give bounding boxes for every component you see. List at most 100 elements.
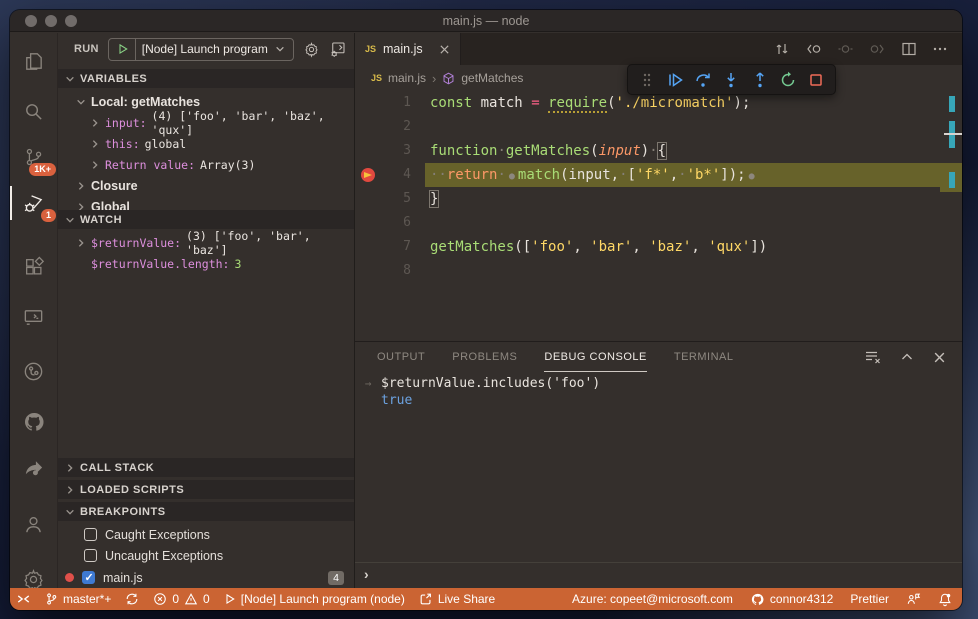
configure-gear-icon[interactable] (303, 41, 320, 58)
clear-console-icon[interactable] (864, 349, 881, 365)
maximize-panel-icon[interactable] (900, 350, 914, 364)
code-text: } (428, 190, 440, 208)
sidebar-item-run-and-debug[interactable]: 1 (10, 183, 57, 223)
gutter[interactable] (355, 115, 381, 139)
close-window-button[interactable] (25, 15, 37, 27)
notifications-bell-icon[interactable] (938, 592, 952, 607)
breadcrumb-symbol[interactable]: getMatches (461, 71, 523, 85)
debug-config-item[interactable]: [Node] Launch program (node) (224, 592, 405, 606)
sidebar-item-remote-explorer[interactable] (10, 297, 57, 337)
watch-row-returnvalue[interactable]: $returnValue: (3) ['foo', 'bar', 'baz'] (58, 229, 354, 257)
azure-account-item[interactable]: Azure: copeet@microsoft.com (572, 592, 733, 606)
sidebar-item-github[interactable] (10, 402, 57, 442)
code-line[interactable]: 2 (355, 115, 962, 139)
panel-actions (864, 342, 962, 372)
github-account-item[interactable]: connor4312 (750, 592, 833, 607)
problems-item[interactable]: 0 0 (153, 592, 210, 606)
breakpoint-row-mainjs[interactable]: main.js 4 (58, 567, 354, 588)
variable-row-this[interactable]: this: global (58, 133, 354, 154)
breakpoints-section-header[interactable]: BREAKPOINTS (58, 502, 354, 521)
next-change-icon[interactable] (869, 41, 886, 57)
editor-actions (774, 33, 962, 65)
close-tab-icon[interactable] (439, 44, 450, 55)
mainjs-breakpoint-checkbox[interactable] (82, 571, 95, 584)
stop-button[interactable] (805, 67, 828, 93)
formatter-item[interactable]: Prettier (850, 592, 889, 606)
watch-row-length[interactable]: $returnValue.length: 3 (58, 253, 354, 274)
code-line[interactable]: 5} (355, 187, 962, 211)
restart-button[interactable] (776, 67, 799, 93)
start-debug-icon[interactable] (117, 43, 129, 55)
sidebar-item-search[interactable] (10, 91, 57, 131)
panel-tab-bar: OUTPUT PROBLEMS DEBUG CONSOLE TERMINAL (355, 342, 962, 372)
continue-button[interactable] (663, 67, 686, 93)
gutter[interactable] (355, 139, 381, 163)
open-debug-console-icon[interactable] (329, 40, 347, 58)
code-line[interactable]: 3 function·getMatches(input)·{ (355, 139, 962, 163)
git-branch-item[interactable]: master*+ (45, 592, 111, 606)
close-panel-icon[interactable] (933, 351, 946, 364)
variables-section-header[interactable]: VARIABLES (58, 69, 354, 88)
tab-problems[interactable]: PROBLEMS (452, 342, 517, 372)
uncaught-exceptions-checkbox[interactable] (84, 549, 97, 562)
gutter[interactable] (355, 211, 381, 235)
launch-config-dropdown[interactable]: [Node] Launch program (107, 37, 294, 61)
tab-mainjs[interactable]: JS main.js (355, 33, 461, 65)
scope-closure[interactable]: Closure (58, 175, 354, 196)
step-into-button[interactable] (720, 67, 743, 93)
variable-row-input[interactable]: input: (4) ['foo', 'bar', 'baz', 'qux'] (58, 109, 354, 137)
tab-debug-console[interactable]: DEBUG CONSOLE (544, 342, 647, 372)
live-share-item[interactable]: Live Share (419, 592, 495, 606)
breakpoint-current-line-icon[interactable] (355, 163, 381, 187)
more-actions-icon[interactable] (932, 41, 948, 57)
git-sync-icon[interactable] (125, 592, 139, 606)
loaded-scripts-section-header[interactable]: LOADED SCRIPTS (58, 480, 354, 499)
sidebar-item-extensions[interactable] (10, 247, 57, 287)
sidebar-item-accounts[interactable] (10, 504, 57, 544)
tab-output[interactable]: OUTPUT (377, 342, 425, 372)
previous-change-icon[interactable] (805, 41, 822, 57)
remote-indicator[interactable] (16, 592, 31, 606)
gutter[interactable] (355, 235, 381, 259)
zoom-window-button[interactable] (65, 15, 77, 27)
gutter[interactable] (355, 187, 381, 211)
overview-ruler-mark (949, 96, 955, 112)
code-line[interactable]: 8 (355, 259, 962, 283)
breakpoint-row-caught[interactable]: Caught Exceptions (58, 524, 354, 545)
step-out-button[interactable] (748, 67, 771, 93)
step-over-button[interactable] (692, 67, 715, 93)
current-change-icon[interactable] (837, 41, 854, 57)
watch-section-header[interactable]: WATCH (58, 210, 354, 229)
variables-title: VARIABLES (80, 72, 148, 85)
open-changes-icon[interactable] (774, 41, 790, 57)
gutter[interactable] (355, 91, 381, 115)
overview-ruler-cursor (944, 133, 962, 135)
code-line[interactable]: 4 ··return· ● match(input,·['f*',·'b*']); ● (355, 163, 962, 187)
feedback-icon[interactable] (906, 592, 921, 606)
title-bar[interactable]: main.js — node (10, 10, 962, 32)
debug-console-output[interactable]: → $returnValue.includes('foo') true (355, 375, 962, 409)
split-editor-icon[interactable] (901, 41, 917, 57)
sidebar-item-source-control[interactable]: 1K+ (10, 137, 57, 177)
chevron-right-icon (90, 160, 100, 170)
sidebar-item-share-feedback[interactable] (10, 447, 57, 487)
breadcrumb-file[interactable]: main.js (388, 71, 426, 85)
toolbar-drag-grip[interactable] (635, 67, 658, 93)
breakpoint-row-uncaught[interactable]: Uncaught Exceptions (58, 545, 354, 566)
caught-exceptions-checkbox[interactable] (84, 528, 97, 541)
js-file-icon: JS (371, 73, 383, 83)
watch-title: WATCH (80, 213, 123, 226)
bottom-panel: OUTPUT PROBLEMS DEBUG CONSOLE TERMINAL →… (355, 341, 962, 588)
call-stack-section-header[interactable]: CALL STACK (58, 458, 354, 477)
code-line[interactable]: 7 getMatches(['foo', 'bar', 'baz', 'qux']… (355, 235, 962, 259)
code-area[interactable]: 1 const match = require('./micromatch'); 2… (355, 91, 962, 341)
debug-console-input[interactable]: › (355, 562, 962, 584)
minimize-window-button[interactable] (45, 15, 57, 27)
variable-row-return-value[interactable]: Return value: Array(3) (58, 154, 354, 175)
sidebar-item-live-share-session[interactable] (10, 351, 57, 391)
sidebar-item-explorer[interactable] (10, 41, 57, 81)
code-line[interactable]: 6 (355, 211, 962, 235)
tab-terminal[interactable]: TERMINAL (674, 342, 734, 372)
gutter[interactable] (355, 259, 381, 283)
